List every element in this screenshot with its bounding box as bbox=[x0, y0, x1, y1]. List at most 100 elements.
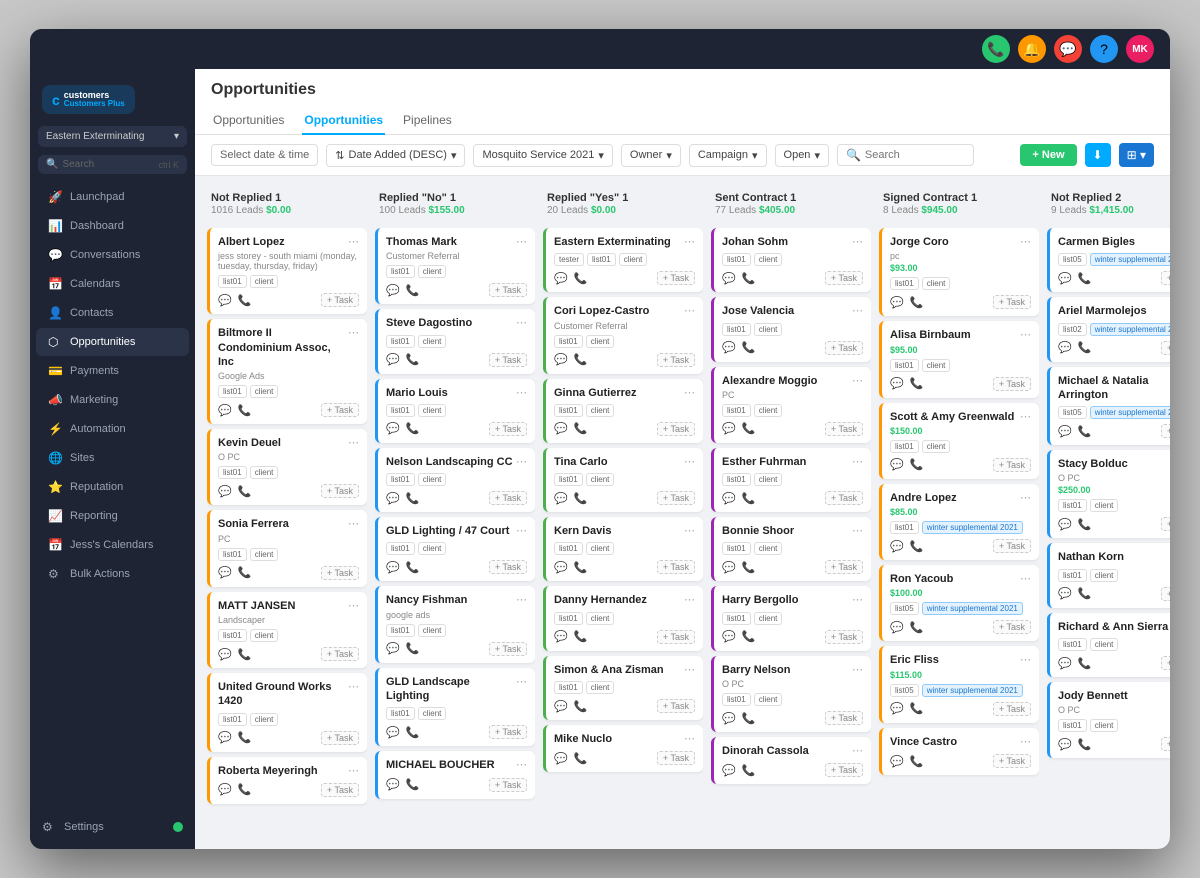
kanban-card[interactable]: Kern Davis ⋯ list01client 💬 📞 + Task bbox=[543, 517, 703, 581]
kanban-card[interactable]: Nathan Korn ⋯ list01client 💬 📞 + Task bbox=[1047, 543, 1170, 607]
card-phone-icon[interactable]: 📞 bbox=[574, 353, 588, 366]
card-more-btn[interactable]: ⋯ bbox=[516, 593, 527, 606]
card-phone-icon[interactable]: 📞 bbox=[238, 648, 252, 661]
card-more-btn[interactable]: ⋯ bbox=[348, 326, 359, 339]
owner-filter[interactable]: Owner ▾ bbox=[621, 144, 681, 167]
kanban-card[interactable]: Dinorah Cassola ⋯ 💬 📞 + Task bbox=[711, 737, 871, 784]
settings-nav-item[interactable]: ⚙ Settings bbox=[30, 813, 195, 841]
card-more-btn[interactable]: ⋯ bbox=[684, 663, 695, 676]
phone-icon[interactable]: 📞 bbox=[982, 35, 1010, 63]
kanban-card[interactable]: United Ground Works 1420 ⋯ list01client … bbox=[207, 673, 367, 752]
card-chat-icon[interactable]: 💬 bbox=[386, 726, 400, 739]
add-task-btn[interactable]: + Task bbox=[825, 422, 863, 436]
card-more-btn[interactable]: ⋯ bbox=[348, 599, 359, 612]
kanban-card[interactable]: Nancy Fishman ⋯ google ads list01client … bbox=[375, 586, 535, 662]
card-phone-icon[interactable]: 📞 bbox=[238, 566, 252, 579]
sidebar-item-bulk-actions[interactable]: ⚙ Bulk Actions bbox=[36, 560, 189, 588]
kanban-card[interactable]: Sonia Ferrera ⋯ PC list01client 💬 📞 + Ta… bbox=[207, 510, 367, 586]
card-chat-icon[interactable]: 💬 bbox=[890, 540, 904, 553]
tab-pipelines[interactable]: Pipelines bbox=[401, 107, 454, 135]
kanban-card[interactable]: Vince Castro ⋯ 💬 📞 + Task bbox=[879, 728, 1039, 775]
sidebar-item-dashboard[interactable]: 📊 Dashboard bbox=[36, 212, 189, 240]
card-phone-icon[interactable]: 📞 bbox=[742, 341, 756, 354]
kanban-card[interactable]: MATT JANSEN ⋯ Landscaper list01client 💬 … bbox=[207, 592, 367, 668]
card-chat-icon[interactable]: 💬 bbox=[218, 648, 232, 661]
add-task-btn[interactable]: + Task bbox=[825, 491, 863, 505]
kanban-card[interactable]: Ariel Marmolejos ⋯ list02winter suppleme… bbox=[1047, 297, 1170, 361]
card-more-btn[interactable]: ⋯ bbox=[684, 304, 695, 317]
add-task-btn[interactable]: + Task bbox=[657, 422, 695, 436]
card-phone-icon[interactable]: 📞 bbox=[574, 492, 588, 505]
campaign-filter[interactable]: Campaign ▾ bbox=[689, 144, 767, 167]
kanban-card[interactable]: Jose Valencia ⋯ list01client 💬 📞 + Task bbox=[711, 297, 871, 361]
add-task-btn[interactable]: + Task bbox=[657, 630, 695, 644]
card-chat-icon[interactable]: 💬 bbox=[722, 764, 736, 777]
kanban-card[interactable]: Eastern Exterminating ⋯ testerlist01clie… bbox=[543, 228, 703, 292]
card-chat-icon[interactable]: 💬 bbox=[890, 458, 904, 471]
card-chat-icon[interactable]: 💬 bbox=[890, 621, 904, 634]
card-chat-icon[interactable]: 💬 bbox=[722, 712, 736, 725]
user-avatar[interactable]: MK bbox=[1126, 35, 1154, 63]
card-chat-icon[interactable]: 💬 bbox=[386, 778, 400, 791]
sidebar-item-reporting[interactable]: 📈 Reporting bbox=[36, 502, 189, 530]
kanban-card[interactable]: Jorge Coro ⋯ pc $93.00 list01client 💬 📞 … bbox=[879, 228, 1039, 316]
kanban-card[interactable]: Michael & Natalia Arrington ⋯ list05wint… bbox=[1047, 367, 1170, 446]
add-task-btn[interactable]: + Task bbox=[825, 763, 863, 777]
card-more-btn[interactable]: ⋯ bbox=[852, 744, 863, 757]
card-phone-icon[interactable]: 📞 bbox=[238, 485, 252, 498]
kanban-card[interactable]: Kevin Deuel ⋯ O PC list01client 💬 📞 + Ta… bbox=[207, 429, 367, 505]
add-task-btn[interactable]: + Task bbox=[825, 711, 863, 725]
kanban-card[interactable]: GLD Landscape Lighting ⋯ list01client 💬 … bbox=[375, 668, 535, 747]
card-phone-icon[interactable]: 📞 bbox=[910, 540, 924, 553]
card-chat-icon[interactable]: 💬 bbox=[890, 296, 904, 309]
add-task-btn[interactable]: + Task bbox=[1161, 656, 1170, 670]
kanban-card[interactable]: Ron Yacoub ⋯ $100.00 list05winter supple… bbox=[879, 565, 1039, 641]
card-chat-icon[interactable]: 💬 bbox=[890, 702, 904, 715]
kanban-card[interactable]: Simon & Ana Zisman ⋯ list01client 💬 📞 + … bbox=[543, 656, 703, 720]
card-phone-icon[interactable]: 📞 bbox=[574, 630, 588, 643]
card-more-btn[interactable]: ⋯ bbox=[348, 436, 359, 449]
card-more-btn[interactable]: ⋯ bbox=[1020, 235, 1031, 248]
add-task-btn[interactable]: + Task bbox=[993, 620, 1031, 634]
card-phone-icon[interactable]: 📞 bbox=[742, 630, 756, 643]
card-phone-icon[interactable]: 📞 bbox=[1078, 425, 1092, 438]
card-more-btn[interactable]: ⋯ bbox=[852, 304, 863, 317]
sidebar-item-marketing[interactable]: 📣 Marketing bbox=[36, 386, 189, 414]
card-chat-icon[interactable]: 💬 bbox=[218, 404, 232, 417]
kanban-card[interactable]: Nelson Landscaping CC ⋯ list01client 💬 📞… bbox=[375, 448, 535, 512]
kanban-card[interactable]: MICHAEL BOUCHER ⋯ 💬 📞 + Task bbox=[375, 751, 535, 798]
pipeline-filter[interactable]: Mosquito Service 2021 ▾ bbox=[473, 144, 612, 167]
card-phone-icon[interactable]: 📞 bbox=[406, 642, 420, 655]
kanban-card[interactable]: Albert Lopez ⋯ jess storey - south miami… bbox=[207, 228, 367, 314]
sidebar-item-opportunities[interactable]: ⬡ Opportunities bbox=[36, 328, 189, 356]
add-task-btn[interactable]: + Task bbox=[489, 422, 527, 436]
card-chat-icon[interactable]: 💬 bbox=[554, 492, 568, 505]
view-toggle-btn[interactable]: ⊞ ▾ bbox=[1119, 143, 1154, 167]
card-phone-icon[interactable]: 📞 bbox=[910, 621, 924, 634]
card-chat-icon[interactable]: 💬 bbox=[218, 294, 232, 307]
add-task-btn[interactable]: + Task bbox=[321, 484, 359, 498]
sidebar-item-automation[interactable]: ⚡ Automation bbox=[36, 415, 189, 443]
add-task-btn[interactable]: + Task bbox=[825, 341, 863, 355]
card-more-btn[interactable]: ⋯ bbox=[348, 235, 359, 248]
add-task-btn[interactable]: + Task bbox=[825, 630, 863, 644]
card-chat-icon[interactable]: 💬 bbox=[1058, 425, 1072, 438]
card-more-btn[interactable]: ⋯ bbox=[1020, 572, 1031, 585]
card-phone-icon[interactable]: 📞 bbox=[910, 296, 924, 309]
add-task-btn[interactable]: + Task bbox=[321, 566, 359, 580]
card-phone-icon[interactable]: 📞 bbox=[574, 272, 588, 285]
card-more-btn[interactable]: ⋯ bbox=[684, 386, 695, 399]
card-more-btn[interactable]: ⋯ bbox=[684, 235, 695, 248]
card-more-btn[interactable]: ⋯ bbox=[684, 593, 695, 606]
card-phone-icon[interactable]: 📞 bbox=[742, 272, 756, 285]
help-icon[interactable]: ? bbox=[1090, 35, 1118, 63]
card-chat-icon[interactable]: 💬 bbox=[554, 272, 568, 285]
kanban-card[interactable]: Alexandre Moggio ⋯ PC list01client 💬 📞 +… bbox=[711, 367, 871, 443]
kanban-card[interactable]: Richard & Ann Sierra ⋯ list01client 💬 📞 … bbox=[1047, 613, 1170, 677]
card-more-btn[interactable]: ⋯ bbox=[516, 235, 527, 248]
card-more-btn[interactable]: ⋯ bbox=[1020, 653, 1031, 666]
add-task-btn[interactable]: + Task bbox=[825, 560, 863, 574]
card-chat-icon[interactable]: 💬 bbox=[890, 377, 904, 390]
toolbar-search-input[interactable] bbox=[865, 149, 965, 161]
card-phone-icon[interactable]: 📞 bbox=[742, 422, 756, 435]
